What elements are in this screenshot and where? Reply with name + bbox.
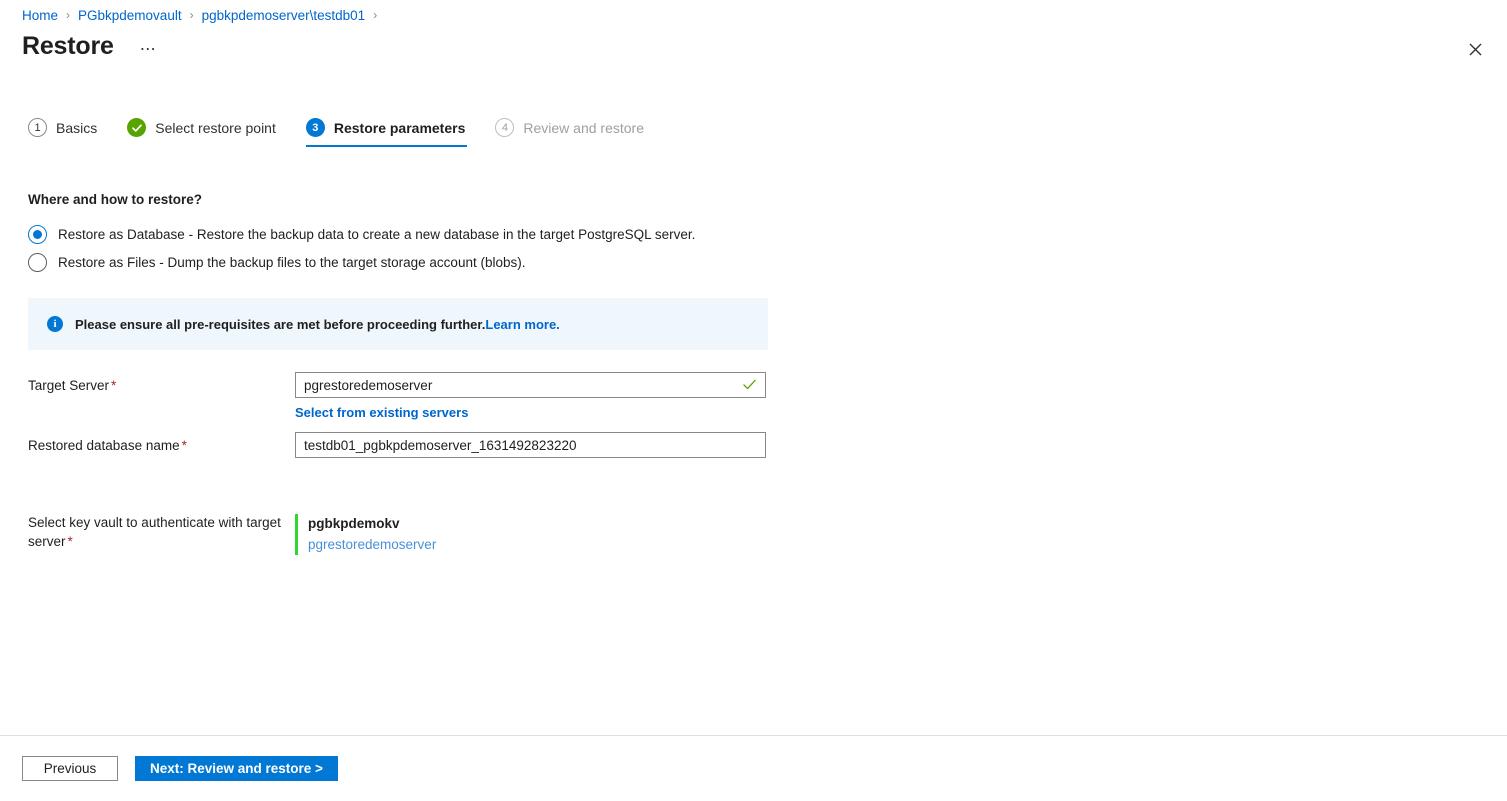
radio-button-icon[interactable] xyxy=(28,225,47,244)
key-vault-name: pgbkpdemokv xyxy=(308,514,436,533)
learn-more-link[interactable]: Learn more. xyxy=(485,317,559,332)
next-review-and-restore-button[interactable]: Next: Review and restore > xyxy=(135,756,338,781)
footer-divider xyxy=(0,735,1507,736)
wizard-step-select-restore-point[interactable]: Select restore point xyxy=(127,118,276,147)
breadcrumb-separator-icon: › xyxy=(190,8,194,22)
breadcrumb: Home › PGbkpdemovault › pgbkpdemoserver\… xyxy=(22,4,385,26)
radio-option-restore-as-database[interactable]: Restore as Database - Restore the backup… xyxy=(28,220,695,248)
key-vault-subtitle: pgrestoredemoserver xyxy=(308,535,436,555)
step-completed-badge xyxy=(127,118,146,137)
restored-database-name-label: Restored database name* xyxy=(28,432,295,455)
key-vault-row: Select key vault to authenticate with ta… xyxy=(28,514,436,555)
breadcrumb-item-vault[interactable]: PGbkpdemovault xyxy=(78,8,182,23)
step-number-badge: 4 xyxy=(495,118,514,137)
footer-actions: Previous Next: Review and restore > xyxy=(22,756,338,781)
title-row: Restore ⋯ xyxy=(22,31,163,61)
restored-database-name-input[interactable] xyxy=(295,432,766,458)
wizard-step-basics[interactable]: 1 Basics xyxy=(28,118,97,147)
wizard-step-label: Restore parameters xyxy=(334,120,466,136)
breadcrumb-item-database[interactable]: pgbkpdemoserver\testdb01 xyxy=(202,8,366,23)
radio-option-label: Restore as Files - Dump the backup files… xyxy=(58,255,525,270)
wizard-steps: 1 Basics Select restore point 3 Restore … xyxy=(28,118,674,147)
step-number-badge: 1 xyxy=(28,118,47,137)
close-button[interactable] xyxy=(1460,34,1490,64)
target-server-row: Target Server* Select from existing serv… xyxy=(28,372,766,420)
more-options-icon[interactable]: ⋯ xyxy=(134,41,164,59)
required-marker: * xyxy=(182,438,187,453)
breadcrumb-separator-icon: › xyxy=(373,8,377,22)
breadcrumb-separator-icon: › xyxy=(66,8,70,22)
checkmark-icon xyxy=(131,122,143,134)
step-number-badge: 3 xyxy=(306,118,325,137)
key-vault-selected-card[interactable]: pgbkpdemokv pgrestoredemoserver xyxy=(295,514,436,555)
restored-database-name-row: Restored database name* xyxy=(28,432,766,458)
wizard-step-label: Select restore point xyxy=(155,120,276,136)
close-icon xyxy=(1469,43,1482,56)
restored-database-name-field-wrap xyxy=(295,432,766,458)
wizard-step-restore-parameters[interactable]: 3 Restore parameters xyxy=(306,118,466,147)
key-vault-label: Select key vault to authenticate with ta… xyxy=(28,514,295,551)
required-marker: * xyxy=(68,534,73,549)
info-icon: i xyxy=(47,316,63,332)
target-server-input[interactable] xyxy=(295,372,766,398)
target-server-label: Target Server* xyxy=(28,372,295,395)
radio-option-label: Restore as Database - Restore the backup… xyxy=(58,227,695,242)
restored-database-name-label-text: Restored database name xyxy=(28,438,180,453)
radio-option-restore-as-files[interactable]: Restore as Files - Dump the backup files… xyxy=(28,248,695,276)
wizard-step-review-and-restore[interactable]: 4 Review and restore xyxy=(495,118,644,147)
radio-button-icon[interactable] xyxy=(28,253,47,272)
select-from-existing-servers-link[interactable]: Select from existing servers xyxy=(295,405,468,420)
previous-button[interactable]: Previous xyxy=(22,756,118,781)
wizard-step-label: Review and restore xyxy=(523,120,644,136)
wizard-step-label: Basics xyxy=(56,120,97,136)
info-banner-text: Please ensure all pre-requisites are met… xyxy=(75,317,485,332)
page-title: Restore xyxy=(22,31,114,61)
target-server-field-wrap: Select from existing servers xyxy=(295,372,766,420)
target-server-label-text: Target Server xyxy=(28,378,109,393)
restore-mode-radio-group: Restore as Database - Restore the backup… xyxy=(28,220,695,276)
breadcrumb-item-home[interactable]: Home xyxy=(22,8,58,23)
prerequisites-info-banner: i Please ensure all pre-requisites are m… xyxy=(28,298,768,350)
key-vault-label-text: Select key vault to authenticate with ta… xyxy=(28,515,281,549)
section-heading: Where and how to restore? xyxy=(28,192,202,207)
required-marker: * xyxy=(111,378,116,393)
